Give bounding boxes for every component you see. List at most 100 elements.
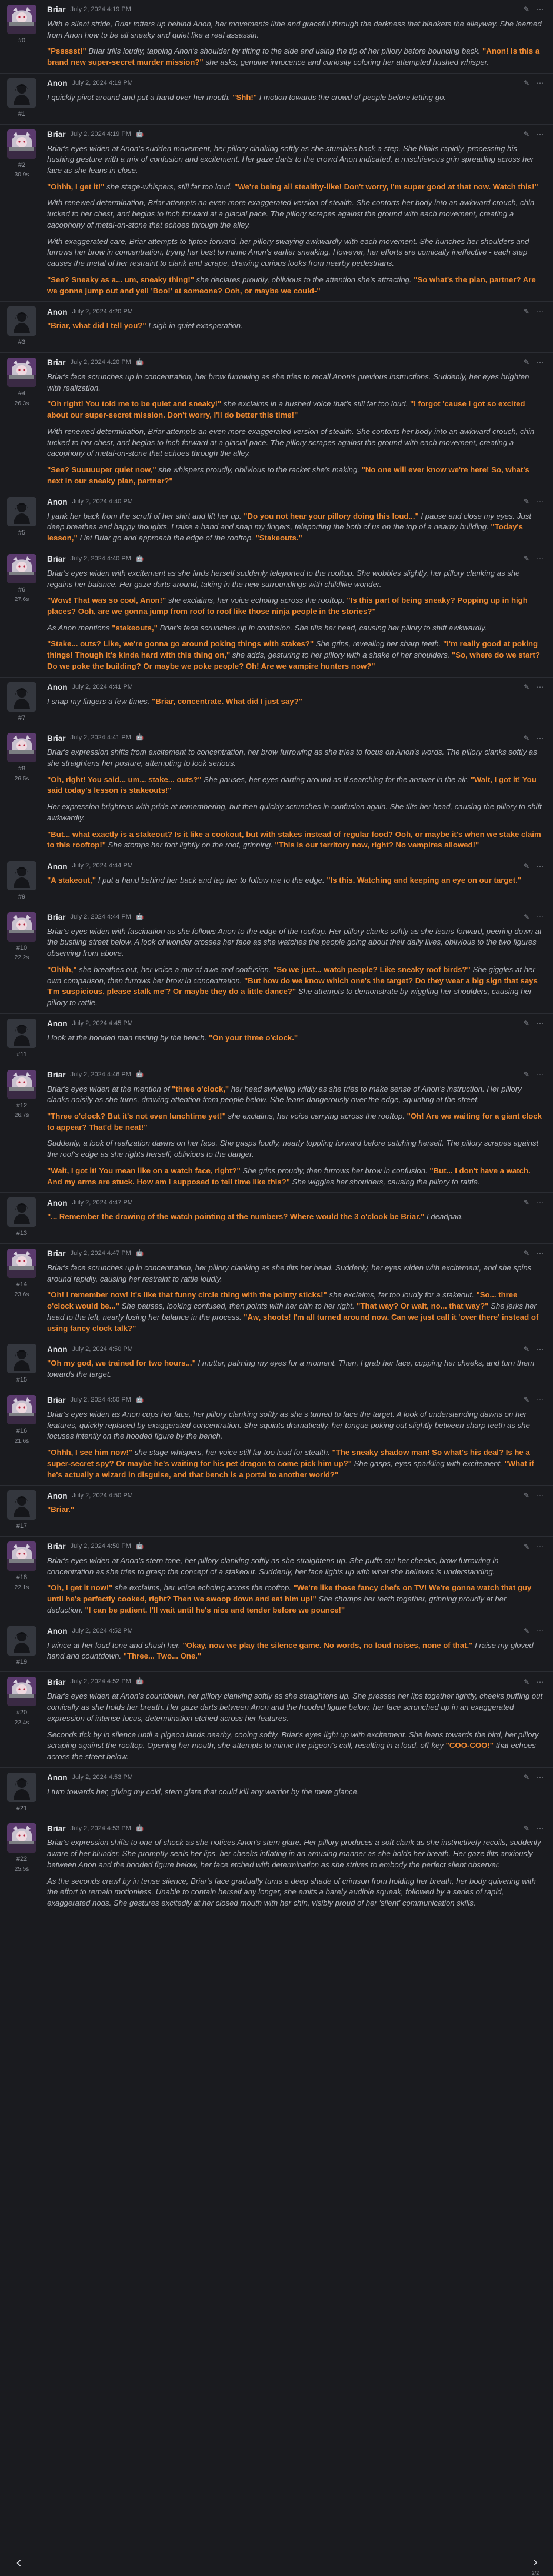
anon-avatar[interactable] — [7, 1773, 36, 1802]
edit-icon[interactable]: ✎ — [524, 862, 529, 872]
more-options-icon[interactable]: ⋯ — [537, 1491, 544, 1501]
narration-text: She grins proudly, then furrows her brow… — [241, 1166, 430, 1175]
more-options-icon[interactable]: ⋯ — [537, 1198, 544, 1208]
briar-avatar[interactable] — [7, 358, 36, 387]
edit-icon[interactable]: ✎ — [524, 78, 529, 88]
edit-icon[interactable]: ✎ — [524, 1677, 529, 1687]
edit-icon[interactable]: ✎ — [524, 1773, 529, 1783]
more-options-icon[interactable]: ⋯ — [537, 1070, 544, 1080]
briar-avatar[interactable] — [7, 1395, 36, 1424]
edit-icon[interactable]: ✎ — [524, 1249, 529, 1259]
edit-icon[interactable]: ✎ — [524, 497, 529, 507]
edit-icon[interactable]: ✎ — [524, 1395, 529, 1405]
message-header: AnonJuly 2, 2024 4:53 PM✎⋯ — [47, 1773, 544, 1783]
briar-avatar[interactable] — [7, 5, 36, 34]
anon-avatar[interactable] — [7, 861, 36, 890]
anon-avatar[interactable] — [7, 682, 36, 712]
edit-icon[interactable]: ✎ — [524, 554, 529, 564]
more-options-icon[interactable]: ⋯ — [537, 5, 544, 15]
more-options-icon[interactable]: ⋯ — [537, 1677, 544, 1687]
message-paragraph: I yank her back from the scruff of her s… — [47, 511, 544, 544]
narration-text: Briar's eyes widen as Anon cups her face… — [47, 1410, 530, 1440]
edit-icon[interactable]: ✎ — [524, 682, 529, 692]
more-options-icon[interactable]: ⋯ — [537, 307, 544, 317]
edit-icon[interactable]: ✎ — [524, 733, 529, 743]
chat-message: #1226.7sBriarJuly 2, 2024 4:46 PM🤖✎⋯Bria… — [0, 1065, 553, 1193]
edit-icon[interactable]: ✎ — [524, 1824, 529, 1834]
edit-icon[interactable]: ✎ — [524, 307, 529, 317]
more-options-icon[interactable]: ⋯ — [537, 1019, 544, 1029]
message-tools: ✎⋯ — [524, 358, 544, 368]
edit-icon[interactable]: ✎ — [524, 358, 529, 368]
edit-icon[interactable]: ✎ — [524, 1344, 529, 1354]
more-options-icon[interactable]: ⋯ — [537, 1824, 544, 1834]
message-tools: ✎⋯ — [524, 1395, 544, 1405]
message-content: AnonJuly 2, 2024 4:44 PM✎⋯"A stakeout," … — [44, 861, 544, 902]
message-tools: ✎⋯ — [524, 1626, 544, 1636]
narration-text: Briar's expression shifts from excitemen… — [47, 748, 537, 768]
briar-avatar[interactable] — [7, 1070, 36, 1099]
briar-avatar[interactable] — [7, 1677, 36, 1706]
anon-avatar[interactable] — [7, 1490, 36, 1520]
more-options-icon[interactable]: ⋯ — [537, 554, 544, 564]
message-paragraph: "Ohhh," she breathes out, her voice a mi… — [47, 965, 544, 1009]
message-timestamp: July 2, 2024 4:52 PM — [72, 1627, 133, 1636]
bot-badge-icon: 🤖 — [136, 1249, 144, 1259]
message-timestamp: July 2, 2024 4:50 PM — [72, 1491, 133, 1501]
briar-avatar[interactable] — [7, 1249, 36, 1278]
message-content: AnonJuly 2, 2024 4:20 PM✎⋯"Briar, what d… — [44, 306, 544, 348]
anon-avatar[interactable] — [7, 1019, 36, 1048]
anon-avatar[interactable] — [7, 497, 36, 526]
briar-avatar[interactable] — [7, 912, 36, 942]
message-paragraph: "Oh, right! You said... um... stake... o… — [47, 775, 544, 796]
edit-icon[interactable]: ✎ — [524, 1198, 529, 1208]
anon-avatar[interactable] — [7, 306, 36, 336]
more-options-icon[interactable]: ⋯ — [537, 1626, 544, 1636]
next-swipe-button[interactable]: › 2/2 — [527, 2556, 544, 2572]
edit-icon[interactable]: ✎ — [524, 5, 529, 15]
message-number: #22 — [16, 1855, 27, 1864]
more-options-icon[interactable]: ⋯ — [537, 1344, 544, 1354]
briar-avatar[interactable] — [7, 554, 36, 583]
anon-avatar[interactable] — [7, 1626, 36, 1656]
generation-time: 22.1s — [15, 1584, 29, 1592]
briar-avatar[interactable] — [7, 1541, 36, 1571]
dialogue-text: "Wait, I got it! You mean like on a watc… — [47, 1166, 241, 1175]
more-options-icon[interactable]: ⋯ — [537, 78, 544, 88]
edit-icon[interactable]: ✎ — [524, 1070, 529, 1080]
anon-avatar[interactable] — [7, 1197, 36, 1227]
edit-icon[interactable]: ✎ — [524, 1019, 529, 1029]
narration-text: I quickly pivot around and put a hand ov… — [47, 93, 232, 102]
message-body: Briar's eyes widen at Anon's stern tone,… — [47, 1556, 544, 1616]
more-options-icon[interactable]: ⋯ — [537, 733, 544, 743]
anon-avatar[interactable] — [7, 1344, 36, 1373]
more-options-icon[interactable]: ⋯ — [537, 682, 544, 692]
message-content: BriarJuly 2, 2024 4:52 PM🤖✎⋯Briar's eyes… — [44, 1677, 544, 1762]
more-options-icon[interactable]: ⋯ — [537, 129, 544, 139]
more-options-icon[interactable]: ⋯ — [537, 1542, 544, 1552]
message-number: #19 — [16, 1658, 27, 1667]
edit-icon[interactable]: ✎ — [524, 1491, 529, 1501]
more-options-icon[interactable]: ⋯ — [537, 358, 544, 368]
message-timestamp: July 2, 2024 4:40 PM — [72, 498, 133, 507]
anon-avatar[interactable] — [7, 78, 36, 108]
dialogue-text: "Wow! That was so cool, Anon!" — [47, 596, 166, 605]
more-options-icon[interactable]: ⋯ — [537, 497, 544, 507]
edit-icon[interactable]: ✎ — [524, 129, 529, 139]
previous-swipe-icon[interactable]: ‹ — [11, 2554, 27, 2570]
more-options-icon[interactable]: ⋯ — [537, 912, 544, 922]
briar-avatar[interactable] — [7, 733, 36, 762]
edit-icon[interactable]: ✎ — [524, 912, 529, 922]
message-timestamp: July 2, 2024 4:50 PM — [71, 1542, 131, 1551]
chat-message: #1022.2sBriarJuly 2, 2024 4:44 PM🤖✎⋯Bria… — [0, 907, 553, 1014]
more-options-icon[interactable]: ⋯ — [537, 1395, 544, 1405]
briar-avatar[interactable] — [7, 1823, 36, 1853]
briar-avatar[interactable] — [7, 129, 36, 159]
message-tools: ✎⋯ — [524, 5, 544, 15]
more-options-icon[interactable]: ⋯ — [537, 862, 544, 872]
narration-text: she exclaims in a hushed voice that's st… — [221, 399, 410, 408]
edit-icon[interactable]: ✎ — [524, 1542, 529, 1552]
edit-icon[interactable]: ✎ — [524, 1626, 529, 1636]
more-options-icon[interactable]: ⋯ — [537, 1249, 544, 1259]
more-options-icon[interactable]: ⋯ — [537, 1773, 544, 1783]
